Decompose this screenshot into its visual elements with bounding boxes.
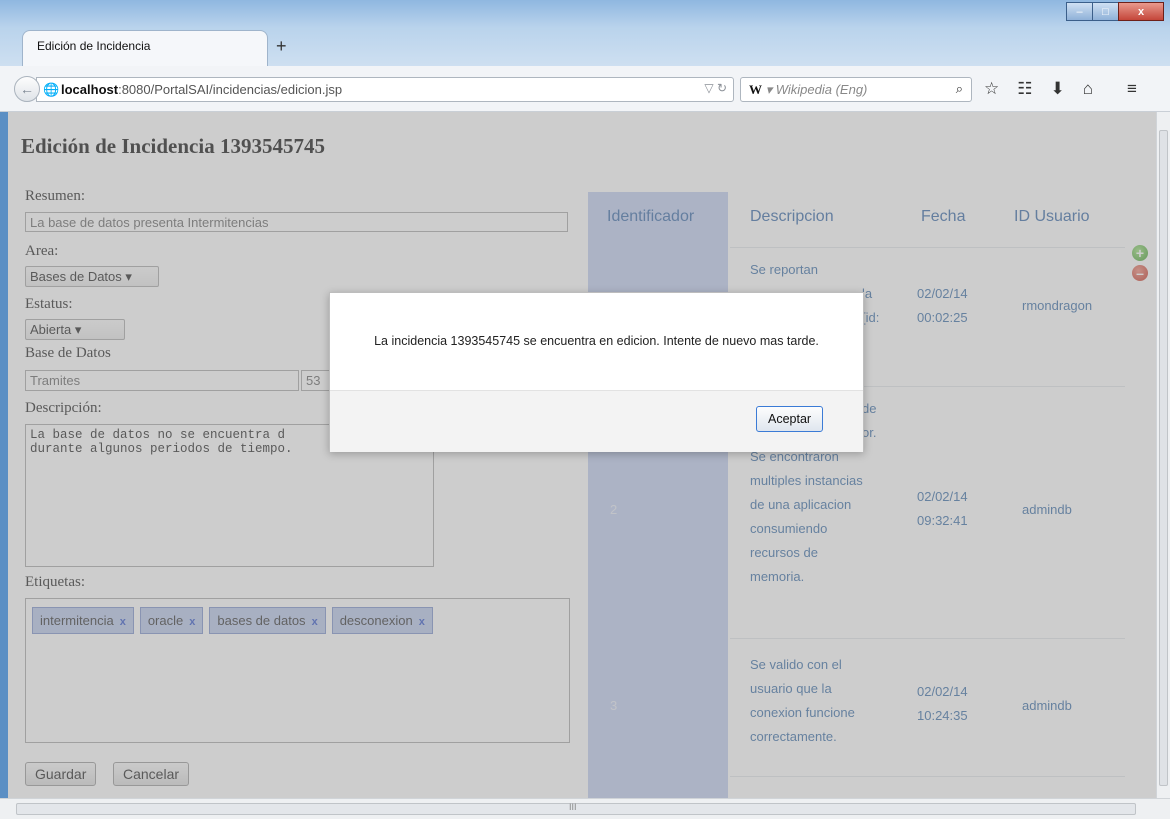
menu-icon[interactable]: ≡ [1127, 79, 1137, 99]
globe-icon: 🌐 [43, 82, 60, 97]
scroll-thumb[interactable]: III [16, 802, 1136, 815]
scroll-thumb[interactable] [1159, 130, 1168, 786]
scroll-grip: III [569, 802, 577, 812]
alert-dialog: La incidencia 1393545745 se encuentra en… [329, 292, 864, 452]
close-button[interactable]: x [1118, 2, 1164, 21]
window-titlebar: – □ x Edición de Incidencia + [0, 0, 1170, 68]
wikipedia-icon: W [749, 82, 762, 97]
navigation-bar: 🌐 localhost:8080/PortalSAI/incidencias/e… [0, 66, 1170, 112]
download-icon[interactable]: ⬇ [1051, 79, 1065, 99]
new-tab-button[interactable]: + [276, 36, 287, 57]
home-icon[interactable]: ⌂ [1083, 79, 1093, 99]
maximize-button[interactable]: □ [1092, 2, 1119, 21]
star-icon[interactable]: ☆ [984, 79, 999, 99]
window-controls: – □ x [1066, 2, 1164, 21]
url-host: localhost [61, 82, 119, 97]
minimize-button[interactable]: – [1066, 2, 1093, 21]
search-bar[interactable]: W ▾ Wikipedia (Eng) ⌕ [740, 77, 972, 102]
browser-tab[interactable]: Edición de Incidencia [22, 30, 268, 66]
reload-icon[interactable]: ▽ ↻ [704, 81, 727, 95]
dialog-footer: Aceptar [330, 390, 863, 452]
url-path: :8080/PortalSAI/incidencias/edicion.jsp [118, 82, 343, 97]
aceptar-button[interactable]: Aceptar [756, 406, 824, 432]
url-bar[interactable]: 🌐 localhost:8080/PortalSAI/incidencias/e… [36, 77, 734, 102]
tab-title: Edición de Incidencia [37, 39, 151, 53]
page-content: Edición de Incidencia 1393545745 Resumen… [8, 112, 1156, 798]
search-placeholder: Wikipedia (Eng) [775, 82, 868, 97]
dialog-message: La incidencia 1393545745 se encuentra en… [374, 334, 819, 348]
toolbar-icons: ☆ ☷ ⬇ ⌂ ≡ [984, 79, 1137, 99]
search-icon[interactable]: ⌕ [956, 81, 963, 97]
modal-overlay [8, 112, 1156, 798]
back-arrow-icon[interactable]: ← [14, 76, 40, 102]
bookmarks-icon[interactable]: ☷ [1017, 79, 1032, 99]
horizontal-scrollbar[interactable]: III [0, 798, 1170, 819]
vertical-scrollbar[interactable] [1156, 112, 1170, 798]
